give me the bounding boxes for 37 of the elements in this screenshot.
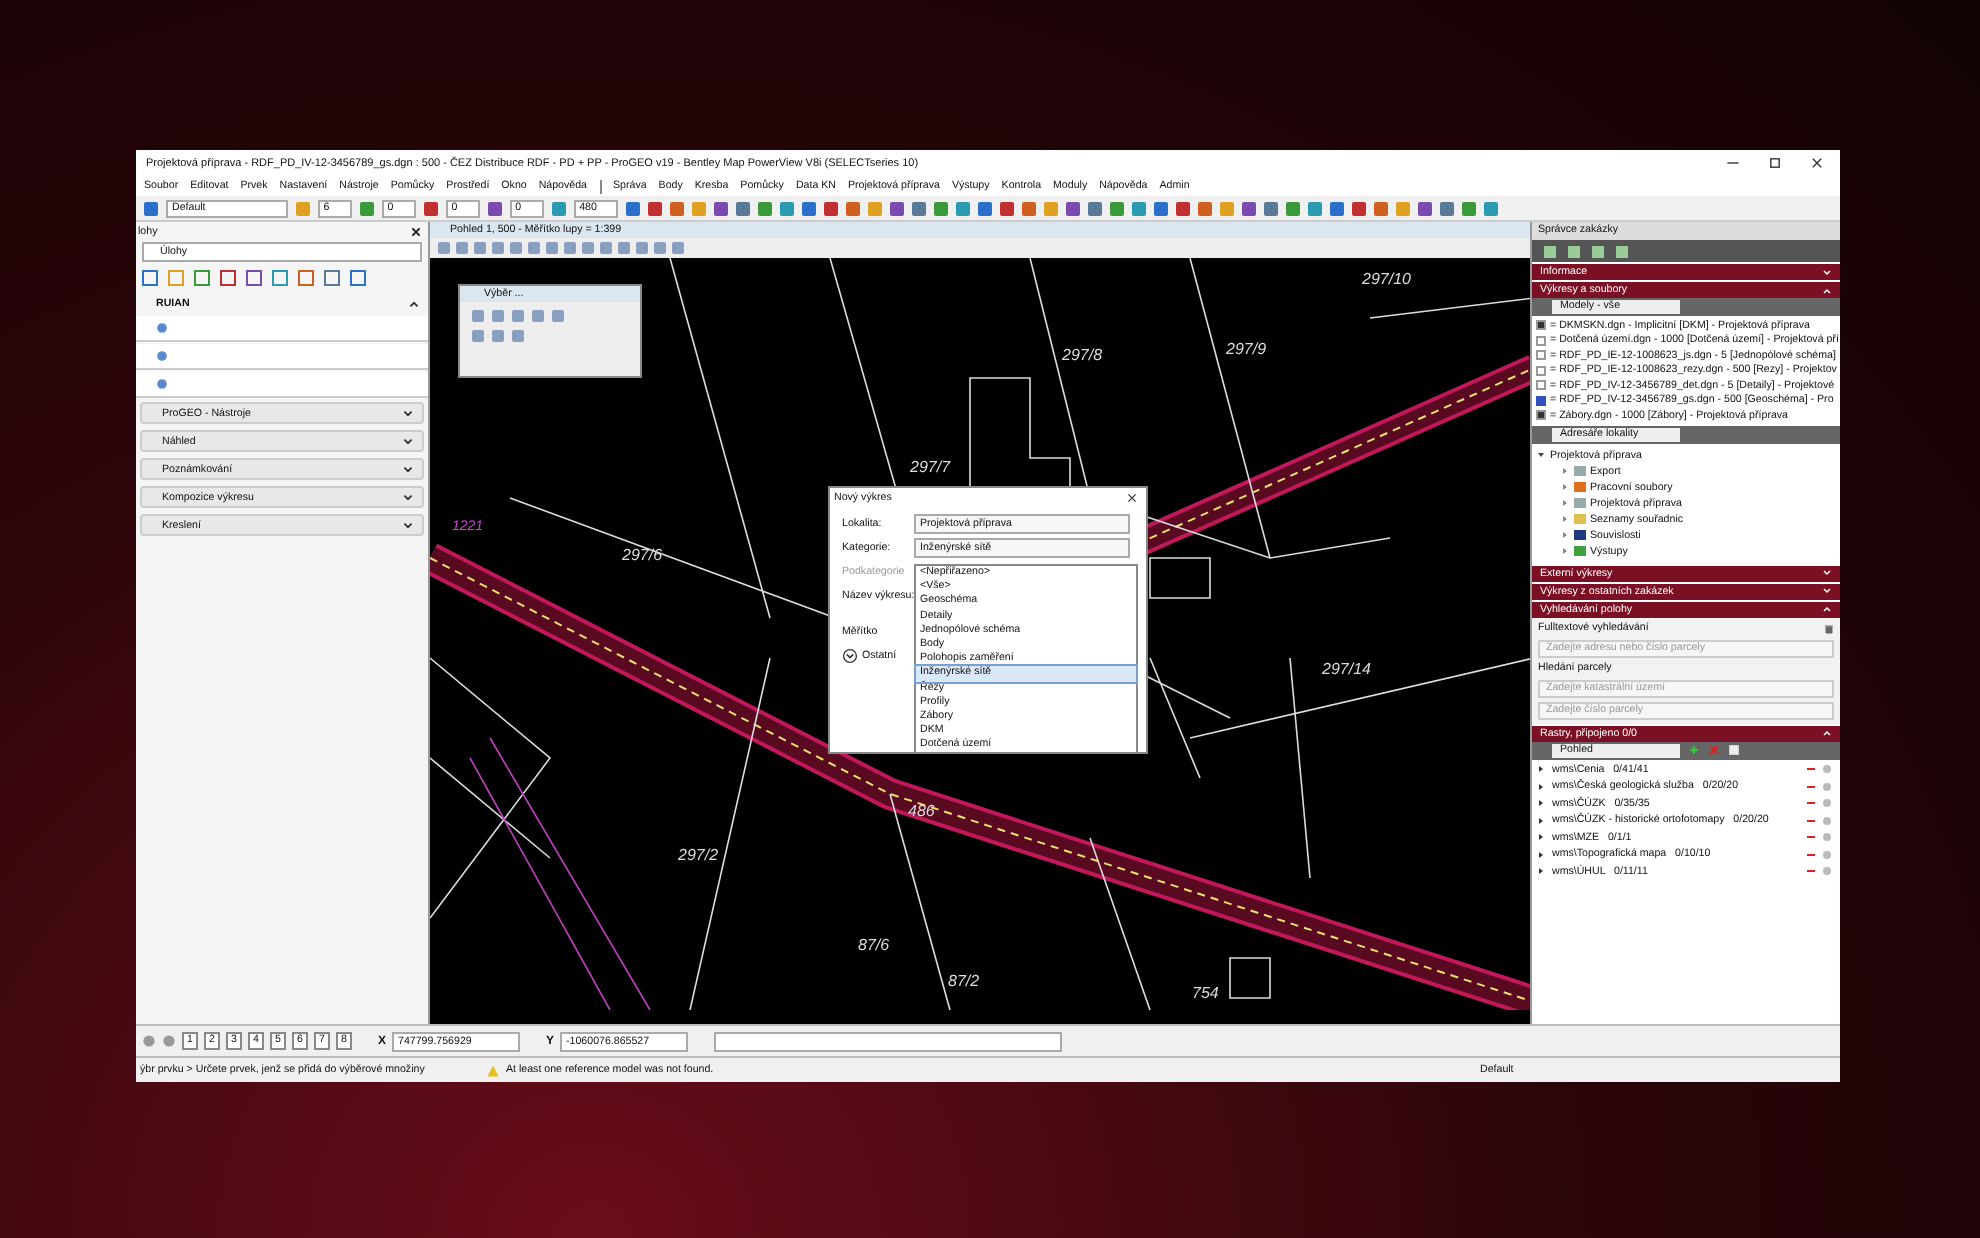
warning-icon bbox=[486, 1063, 500, 1077]
parcel-label: 297/7 bbox=[910, 458, 951, 476]
close-icon[interactable] bbox=[1810, 156, 1824, 170]
parcel-label: 297/8 bbox=[1062, 346, 1103, 364]
close-icon[interactable] bbox=[1126, 492, 1138, 504]
parcel-label: 297/2 bbox=[678, 846, 719, 864]
globe-icon[interactable] bbox=[156, 378, 168, 390]
toolbar-icon[interactable] bbox=[487, 201, 502, 215]
toolbar-icon[interactable] bbox=[359, 201, 374, 215]
forward-icon[interactable] bbox=[162, 1034, 176, 1048]
input-field[interactable] bbox=[714, 1031, 1063, 1051]
close-icon[interactable] bbox=[410, 225, 422, 237]
parcel-label: 297/9 bbox=[1226, 340, 1267, 358]
file-status-icon[interactable] bbox=[1536, 320, 1546, 331]
parcel-label: 754 bbox=[1192, 984, 1219, 1002]
toolbar-icon[interactable] bbox=[144, 201, 158, 215]
globe-icon[interactable] bbox=[156, 350, 168, 362]
parcel-label: 486 bbox=[908, 802, 935, 820]
parcel-label: 87/2 bbox=[948, 972, 980, 990]
chevron-icon[interactable] bbox=[408, 298, 420, 310]
toolbar-icon[interactable] bbox=[551, 201, 566, 215]
toolbar-icon[interactable] bbox=[423, 201, 438, 215]
parcel-label: 87/6 bbox=[858, 936, 890, 954]
back-icon[interactable] bbox=[142, 1034, 156, 1048]
parcel-label: 297/10 bbox=[1362, 270, 1411, 288]
globe-icon[interactable] bbox=[156, 322, 168, 334]
expand-triangle-icon[interactable] bbox=[1536, 450, 1546, 460]
expand-icon[interactable] bbox=[842, 647, 858, 663]
save-icon[interactable] bbox=[1728, 744, 1740, 756]
minimize-icon[interactable] bbox=[1726, 156, 1740, 170]
file-status-icon[interactable] bbox=[1536, 410, 1546, 421]
parcel-label: 297/6 bbox=[622, 546, 663, 564]
file-status-icon[interactable] bbox=[1536, 395, 1546, 406]
parcel-label: 297/14 bbox=[1322, 660, 1371, 678]
trash-icon[interactable] bbox=[1824, 623, 1834, 633]
plus-icon[interactable] bbox=[1688, 744, 1700, 756]
maximize-icon[interactable] bbox=[1768, 156, 1782, 170]
